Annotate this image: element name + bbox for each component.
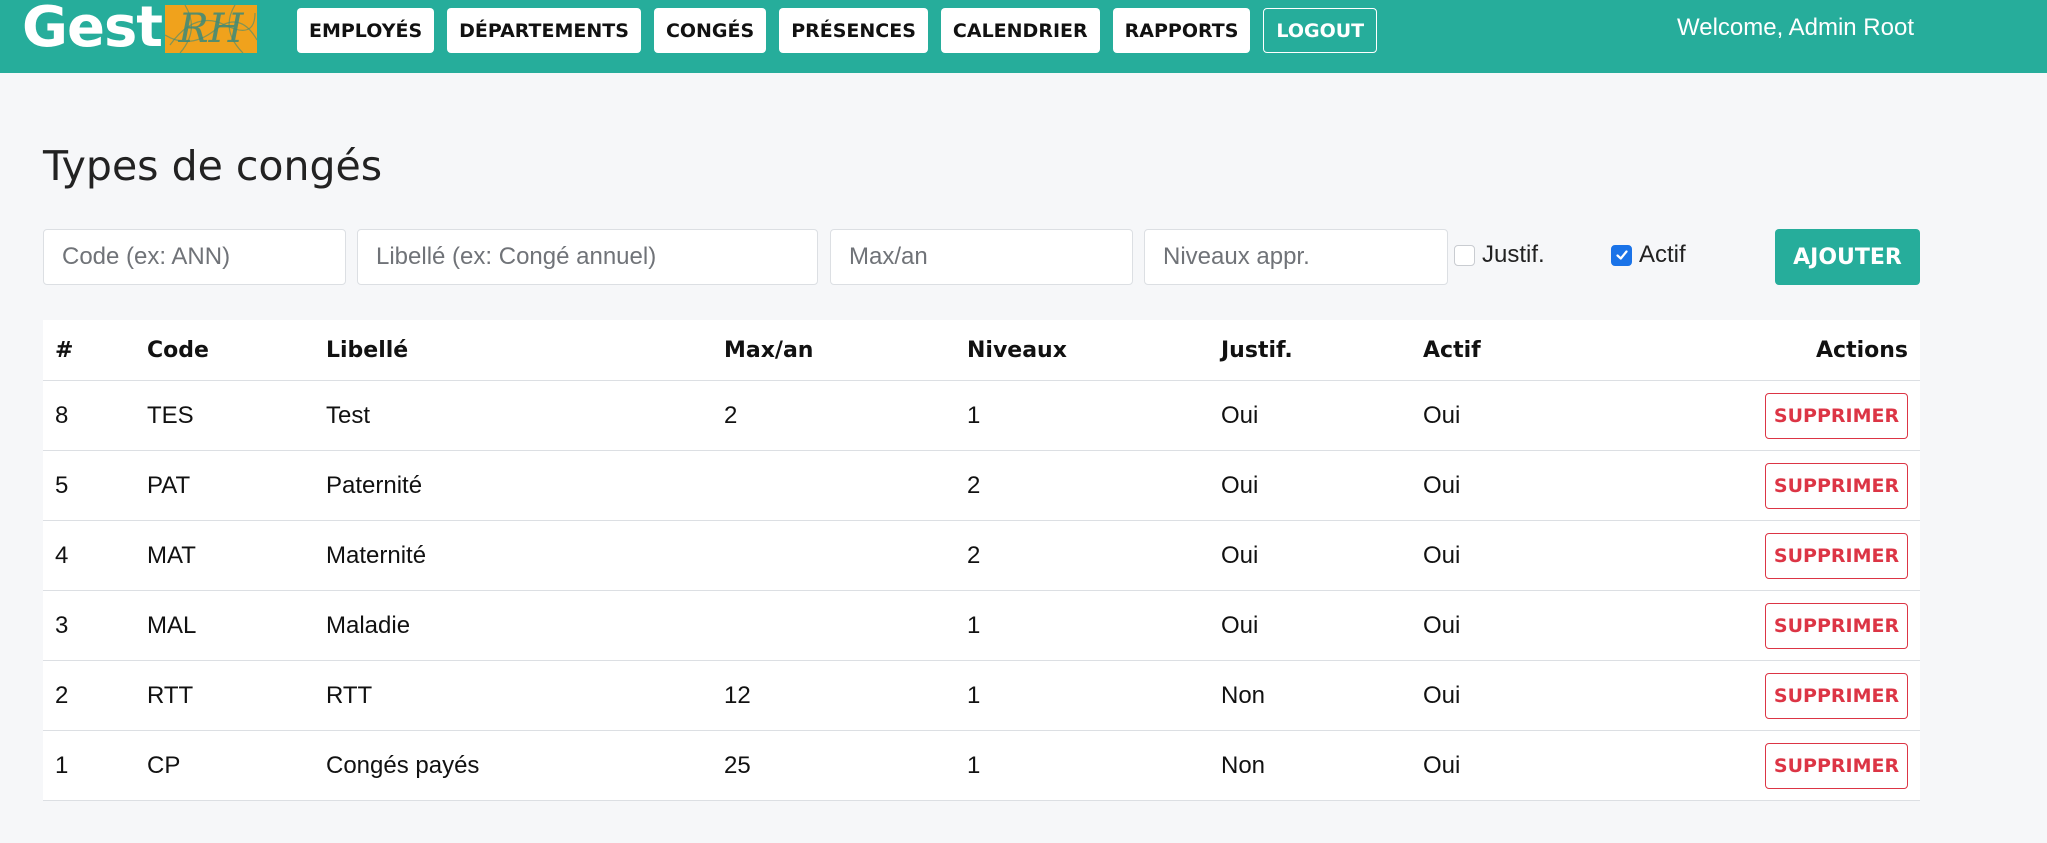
cell-libelle: Paternité	[314, 450, 712, 521]
nav-calendrier[interactable]: CALENDRIER	[940, 8, 1100, 53]
actif-label: Actif	[1639, 241, 1686, 268]
col-header-actif: Actif	[1411, 320, 1635, 381]
cell-actif: Oui	[1411, 730, 1635, 801]
cell-justif: Oui	[1209, 450, 1411, 521]
leave-types-table: # Code Libellé Max/an Niveaux Justif. Ac…	[43, 320, 1920, 801]
cell-niveaux: 2	[955, 450, 1209, 521]
col-header-id: #	[43, 320, 135, 381]
cell-id: 1	[43, 730, 135, 801]
cell-max	[712, 520, 955, 591]
col-header-actions: Actions	[1635, 320, 1920, 381]
page-title: Types de congés	[43, 142, 383, 190]
cell-niveaux: 1	[955, 730, 1209, 801]
cell-actif: Oui	[1411, 450, 1635, 521]
cell-max: 2	[712, 380, 955, 451]
cell-id: 8	[43, 380, 135, 451]
justif-checkbox-group[interactable]: Justif.	[1454, 241, 1545, 269]
cell-code: TES	[135, 380, 314, 451]
cell-actions: SUPPRIMER	[1635, 520, 1920, 591]
logout-button[interactable]: LOGOUT	[1263, 8, 1378, 53]
cell-code: CP	[135, 730, 314, 801]
cell-actif: Oui	[1411, 380, 1635, 451]
table-row: 3 MAL Maladie 1 Oui Oui SUPPRIMER	[43, 590, 1920, 661]
actif-checkbox[interactable]	[1611, 244, 1632, 266]
table-row: 2 RTT RTT 12 1 Non Oui SUPPRIMER	[43, 660, 1920, 731]
cell-id: 5	[43, 450, 135, 521]
approval-levels-input[interactable]	[1144, 229, 1448, 285]
cell-max: 25	[712, 730, 955, 801]
nav-conges[interactable]: CONGÉS	[653, 8, 767, 53]
cell-niveaux: 1	[955, 590, 1209, 661]
top-navbar: Gest RH EMPLOYÉS DÉPARTEMENTS CONGÉS PRÉ…	[0, 0, 2047, 73]
table-header-row: # Code Libellé Max/an Niveaux Justif. Ac…	[43, 320, 1920, 381]
nav-employes[interactable]: EMPLOYÉS	[297, 8, 435, 53]
cell-id: 4	[43, 520, 135, 591]
cell-actions: SUPPRIMER	[1635, 660, 1920, 731]
cell-max	[712, 590, 955, 661]
cell-actif: Oui	[1411, 660, 1635, 731]
max-per-year-input[interactable]	[830, 229, 1133, 285]
delete-button[interactable]: SUPPRIMER	[1765, 742, 1908, 789]
delete-button[interactable]: SUPPRIMER	[1765, 602, 1908, 649]
col-header-niveaux: Niveaux	[955, 320, 1209, 381]
cell-niveaux: 1	[955, 660, 1209, 731]
cell-actions: SUPPRIMER	[1635, 590, 1920, 661]
cell-libelle: Maladie	[314, 590, 712, 661]
cell-actions: SUPPRIMER	[1635, 380, 1920, 451]
nav-presences[interactable]: PRÉSENCES	[779, 8, 928, 53]
add-button[interactable]: AJOUTER	[1775, 229, 1920, 285]
cell-libelle: Congés payés	[314, 730, 712, 801]
cell-actions: SUPPRIMER	[1635, 730, 1920, 801]
main-nav: EMPLOYÉS DÉPARTEMENTS CONGÉS PRÉSENCES C…	[297, 8, 1390, 53]
cell-justif: Non	[1209, 730, 1411, 801]
delete-button[interactable]: SUPPRIMER	[1765, 462, 1908, 509]
justif-label: Justif.	[1482, 241, 1545, 268]
col-header-justif: Justif.	[1209, 320, 1411, 381]
cell-max	[712, 450, 955, 521]
cell-max: 12	[712, 660, 955, 731]
delete-button[interactable]: SUPPRIMER	[1765, 672, 1908, 719]
actif-checkbox-group[interactable]: Actif	[1611, 241, 1686, 269]
brand-badge: RH	[165, 5, 258, 53]
cell-justif: Non	[1209, 660, 1411, 731]
welcome-text: Welcome, Admin Root	[1677, 14, 1914, 41]
cell-justif: Oui	[1209, 590, 1411, 661]
table-row: 5 PAT Paternité 2 Oui Oui SUPPRIMER	[43, 450, 1920, 521]
cell-niveaux: 1	[955, 380, 1209, 451]
libelle-input[interactable]	[357, 229, 818, 285]
cell-niveaux: 2	[955, 520, 1209, 591]
cell-code: RTT	[135, 660, 314, 731]
cell-id: 3	[43, 590, 135, 661]
col-header-max: Max/an	[712, 320, 955, 381]
delete-button[interactable]: SUPPRIMER	[1765, 532, 1908, 579]
brand-name: Gest	[22, 0, 163, 60]
nav-rapports[interactable]: RAPPORTS	[1112, 8, 1251, 53]
table-row: 1 CP Congés payés 25 1 Non Oui SUPPRIMER	[43, 730, 1920, 801]
table-row: 4 MAT Maternité 2 Oui Oui SUPPRIMER	[43, 520, 1920, 591]
cell-justif: Oui	[1209, 380, 1411, 451]
nav-departements[interactable]: DÉPARTEMENTS	[447, 8, 641, 53]
cell-code: MAT	[135, 520, 314, 591]
cell-code: MAL	[135, 590, 314, 661]
cell-actif: Oui	[1411, 590, 1635, 661]
justif-checkbox[interactable]	[1454, 244, 1475, 266]
checkmark-icon	[1615, 250, 1628, 260]
cell-libelle: Maternité	[314, 520, 712, 591]
code-input[interactable]	[43, 229, 346, 285]
table-row: 8 TES Test 2 1 Oui Oui SUPPRIMER	[43, 380, 1920, 451]
col-header-libelle: Libellé	[314, 320, 712, 381]
cell-libelle: Test	[314, 380, 712, 451]
brand-badge-text: RH	[178, 6, 244, 52]
cell-id: 2	[43, 660, 135, 731]
cell-justif: Oui	[1209, 520, 1411, 591]
brand-logo[interactable]: Gest RH	[22, 0, 258, 60]
cell-libelle: RTT	[314, 660, 712, 731]
col-header-code: Code	[135, 320, 314, 381]
cell-actions: SUPPRIMER	[1635, 450, 1920, 521]
cell-actif: Oui	[1411, 520, 1635, 591]
delete-button[interactable]: SUPPRIMER	[1765, 392, 1908, 439]
cell-code: PAT	[135, 450, 314, 521]
